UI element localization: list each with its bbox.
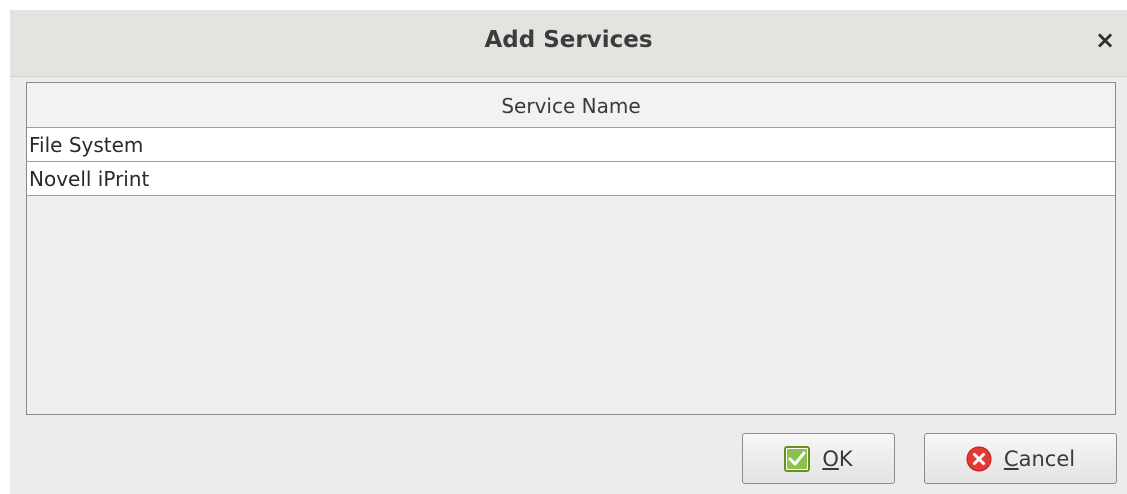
title-bar: Add Services × bbox=[10, 10, 1127, 77]
close-icon[interactable]: × bbox=[1091, 26, 1119, 54]
table-row[interactable]: File System bbox=[27, 128, 1115, 162]
check-icon bbox=[784, 445, 811, 472]
add-services-dialog: Add Services × Service Name File System … bbox=[10, 10, 1127, 494]
dialog-title: Add Services bbox=[484, 27, 653, 53]
services-table: Service Name File System Novell iPrint bbox=[26, 82, 1116, 415]
table-header: Service Name bbox=[27, 83, 1115, 128]
ok-button[interactable]: OK bbox=[742, 433, 895, 484]
service-name-cell: Novell iPrint bbox=[29, 167, 150, 191]
ok-label: OK bbox=[822, 446, 853, 471]
cancel-label: Cancel bbox=[1003, 446, 1076, 471]
cancel-icon bbox=[966, 446, 992, 471]
cancel-button[interactable]: Cancel bbox=[924, 433, 1117, 484]
column-header-service-name[interactable]: Service Name bbox=[27, 94, 1115, 118]
service-name-cell: File System bbox=[29, 133, 144, 157]
table-row[interactable]: Novell iPrint bbox=[27, 162, 1115, 196]
